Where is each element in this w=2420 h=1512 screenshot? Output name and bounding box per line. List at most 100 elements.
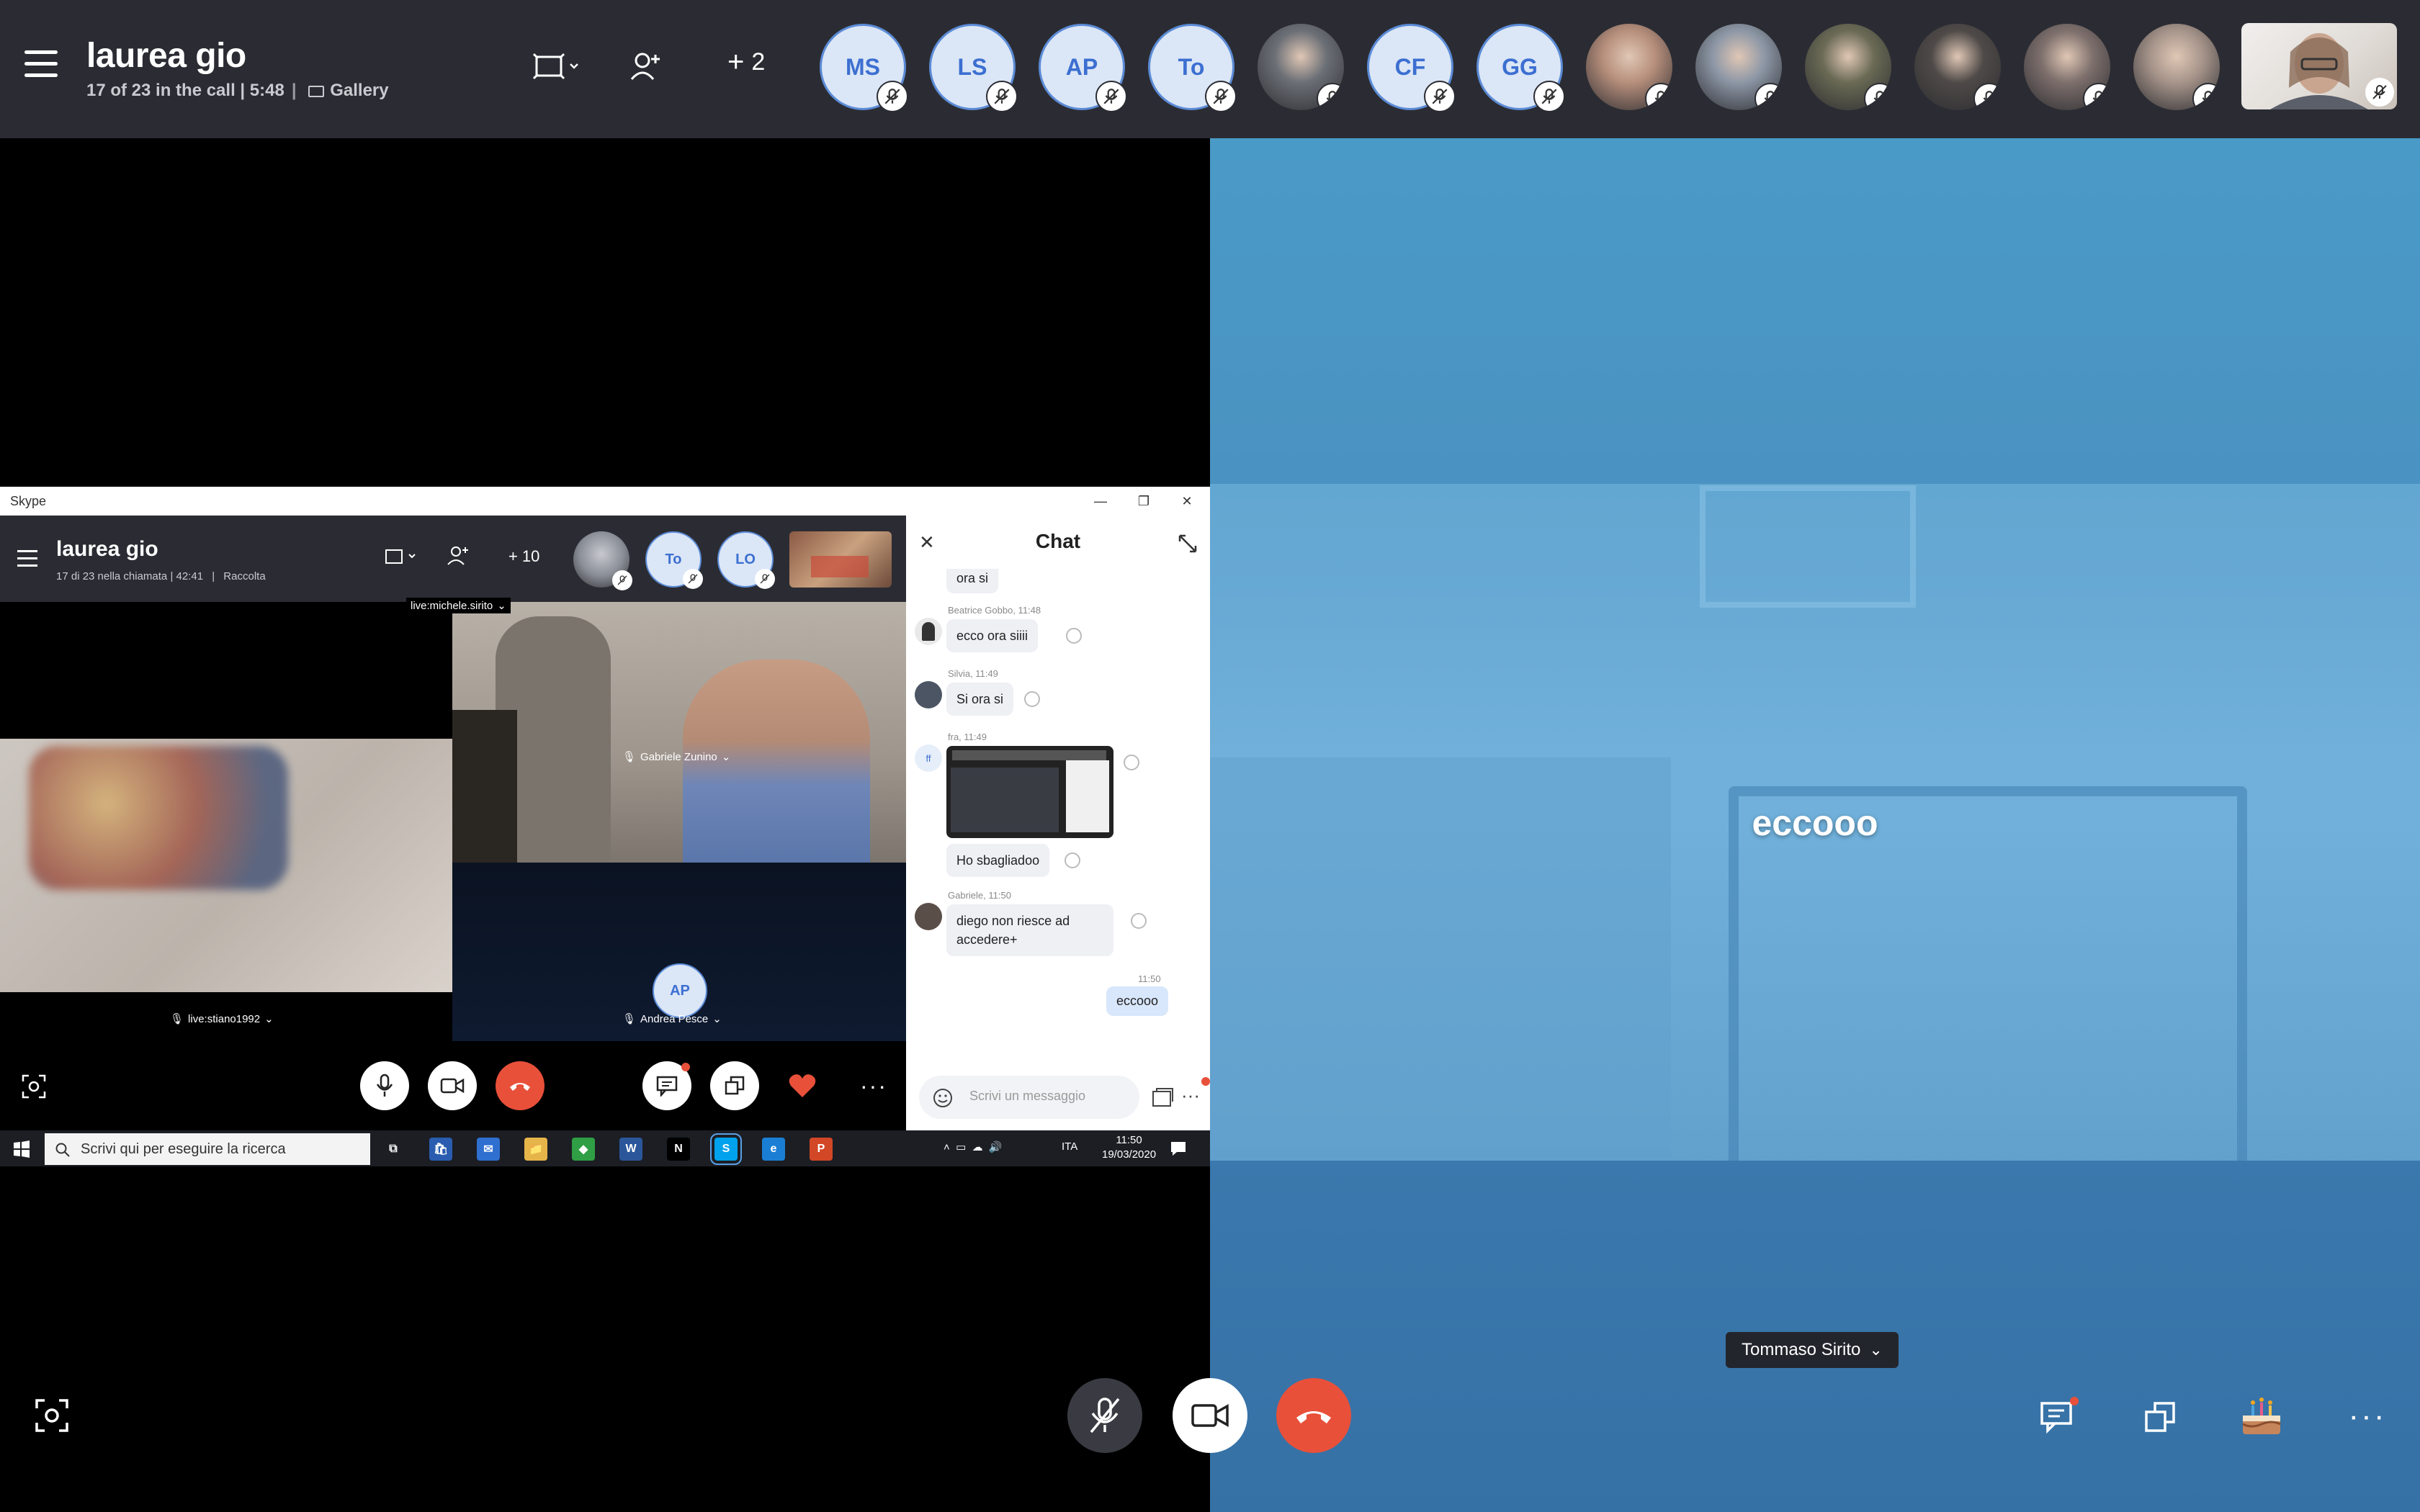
taskbar-app-task-view[interactable]: ⧉ [382,1138,405,1161]
shared-add-person-icon[interactable] [447,544,470,567]
gallery-icon [308,85,325,97]
taskbar-app-glyph: P [817,1143,825,1155]
expand-icon[interactable] [1177,533,1198,554]
shared-mic-button[interactable] [360,1061,409,1110]
center-tile-label[interactable]: 🎙 Gabriele Zunino ⌄ [622,750,730,764]
emoji-icon[interactable] [932,1087,954,1109]
taskbar-app-glyph: ◆ [578,1143,588,1156]
mute-button[interactable] [1067,1378,1142,1453]
top-tile-name: live:michele.sirito [411,599,493,612]
self-preview-tile[interactable] [2241,23,2397,109]
video-button[interactable] [1173,1378,1247,1453]
participant-avatar[interactable]: CF [1367,24,1456,112]
language-indicator[interactable]: ITA [1062,1140,1077,1153]
shared-share-button[interactable] [710,1061,759,1110]
taskbar-app-powerpoint[interactable]: P [810,1138,833,1161]
action-center-icon[interactable] [1170,1140,1187,1156]
layout-switch-button[interactable] [532,45,582,88]
shared-participant-avatar[interactable] [573,531,632,590]
heart-icon[interactable] [788,1073,817,1099]
reactions-button[interactable] [2238,1394,2285,1439]
taskbar-app-explorer[interactable]: 📁 [524,1138,547,1161]
more-options-icon[interactable]: ··· [2349,1400,2385,1432]
participant-avatar[interactable] [1258,24,1344,110]
shared-menu-icon[interactable] [17,550,37,567]
andrea-avatar: AP [653,963,707,1018]
taskbar-app-glyph: ✉ [483,1143,493,1156]
participant-avatar[interactable] [1586,24,1672,110]
participant-avatar[interactable]: LS [929,24,1018,112]
more-participants-button[interactable]: + 2 [727,48,765,76]
shared-hangup-button[interactable] [496,1061,544,1110]
participant-initials: AP [1065,53,1098,80]
taskbar-app-edge[interactable]: e [762,1138,785,1161]
shared-view-mode[interactable]: Raccolta [223,570,265,582]
shared-layout-icon[interactable] [383,546,418,567]
shared-chat-button[interactable] [642,1061,691,1110]
taskbar-app-green-app[interactable]: ◆ [572,1138,595,1161]
add-participant-button[interactable] [628,45,664,88]
taskbar-app-skype[interactable]: S [710,1133,742,1165]
shared-more-options-icon[interactable]: ··· [860,1073,887,1099]
top-tile-label[interactable]: live:michele.sirito ⌄ [406,598,511,613]
tray-icons[interactable]: ˄ ▭ ☁ 🔊 [944,1140,1003,1153]
restore-icon[interactable]: ❐ [1129,490,1158,513]
snapshot-icon[interactable] [22,1074,46,1099]
hamburger-menu-icon[interactable] [24,50,58,79]
shared-self-preview[interactable] [789,531,892,588]
taskbar-clock[interactable]: 11:50 19/03/2020 [1102,1133,1156,1162]
muted-mic-icon [1973,83,2001,110]
shared-participant-avatar[interactable]: LO [717,531,775,589]
reaction-icon[interactable] [1131,913,1147,929]
participant-avatar[interactable]: MS [820,24,908,112]
minimize-icon[interactable]: — [1086,490,1115,513]
left-tile-label[interactable]: 🎙 live:stiano1992 ⌄ [170,1012,274,1026]
snapshot-button[interactable] [35,1398,69,1433]
shared-call-title: laurea gio [56,537,158,561]
chat-message-input[interactable]: Scrivi un messaggio [919,1076,1139,1119]
taskbar-app-glyph: e [770,1143,777,1155]
hang-up-button[interactable] [1276,1378,1351,1453]
remote-name-label[interactable]: Tommaso Sirito ⌄ [1726,1332,1899,1368]
shared-participant-avatar[interactable]: To [645,531,703,589]
participant-avatar[interactable] [1914,24,2001,110]
taskbar-search[interactable]: Scrivi qui per eseguire la ricerca [45,1133,370,1165]
shared-image-thumbnail[interactable] [946,746,1113,838]
taskbar-app-mail[interactable]: ✉ [477,1138,500,1161]
reaction-icon[interactable] [1024,691,1040,707]
reaction-icon[interactable] [1124,755,1139,770]
participant-avatar[interactable] [2024,24,2110,110]
chat-button[interactable] [2038,1397,2079,1434]
participant-avatar[interactable] [2133,24,2220,110]
participant-initials: CF [1394,53,1426,80]
participant-avatar[interactable]: GG [1476,24,1565,112]
chair-image [1729,786,2247,1218]
shared-call-controls: ··· [0,1041,906,1130]
share-screen-button[interactable] [2142,1400,2178,1434]
shared-more-participants[interactable]: +10 [508,547,539,566]
reaction-icon[interactable] [1065,852,1080,868]
taskbar-app-store[interactable]: 🛍 [429,1138,452,1161]
participant-avatar[interactable]: To [1148,24,1237,112]
reaction-icon[interactable] [1066,628,1082,644]
bottom-tile-label[interactable]: 🎙 Andrea Pesce ⌄ [622,1012,722,1026]
windows-start-icon[interactable] [13,1140,30,1158]
shared-video-button[interactable] [428,1061,477,1110]
view-mode-label[interactable]: Gallery [330,81,388,100]
close-window-icon[interactable]: ✕ [1173,490,1201,513]
chat-input-placeholder: Scrivi un messaggio [969,1089,1086,1103]
shared-video-grid: 🎙 live:stiano1992 ⌄ 🎙 Gabriele Zunino ⌄ live… [0,598,906,1041]
participant-avatar[interactable]: AP [1039,24,1127,112]
participant-avatar[interactable] [1695,24,1782,110]
shared-status-separator: | [212,570,215,582]
taskbar-app-netflix[interactable]: N [667,1138,690,1161]
participant-avatar[interactable] [1805,24,1891,110]
taskbar-app-word[interactable]: W [619,1138,642,1161]
chat-more-options-icon[interactable]: ··· [1181,1084,1200,1107]
hang-up-icon [1296,1411,1331,1423]
media-gallery-icon[interactable] [1151,1087,1174,1109]
muted-mic-icon [986,81,1018,112]
message-sender: fra, 11:49 [948,732,987,742]
muted-mic-icon [1095,81,1127,112]
taskbar-app-glyph: 📁 [529,1143,543,1156]
